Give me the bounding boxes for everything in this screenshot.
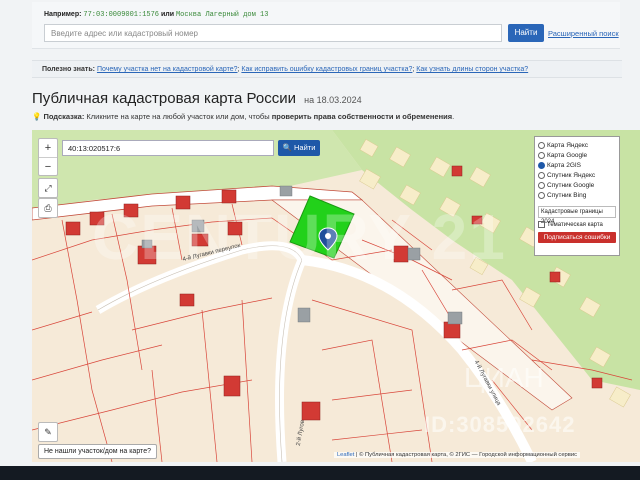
layer-label: Карта Google [547,152,588,159]
date-prefix: на [304,95,315,105]
cian-id-watermark: ID:308592642 [424,412,576,437]
layer-option[interactable]: Спутник Bing [538,191,616,201]
layer-label: Спутник Яндекс [547,172,596,179]
century21-watermark: CENTURY 21 [92,201,507,273]
checkbox-icon [538,221,545,228]
lightbulb-icon: 💡 [32,112,42,121]
useful-label: Полезно знать: [42,66,95,73]
boundaries-select[interactable]: Кадастровые границы 2024 [538,206,616,225]
layer-label: Спутник Google [547,182,595,189]
layer-label: Спутник Bing [547,192,587,199]
layer-option[interactable]: Карта Яндекс [538,141,616,151]
street-curve-edge [97,245,303,462]
layers-panel: Карта Яндекс Карта Google Карта 2GIS Спу… [534,136,620,256]
search-panel: Например: 77:03:0009001:1576 или Москва … [32,2,620,49]
hint-end: . [452,112,455,121]
page-title: Публичная кадастровая карта России на 18… [32,90,362,107]
not-found-button[interactable]: Не нашли участок/дом на карте? [38,444,157,459]
map-search-input[interactable]: 40:13:020517:6 [62,140,274,156]
zoom-control: + − [38,138,58,176]
link-fix-boundary-error[interactable]: Как исправить ошибку кадастровых границ … [241,66,412,73]
leaflet-link[interactable]: Leaflet [337,452,354,458]
radio-icon [538,151,545,159]
map-attribution: Leaflet | © Публичная кадастровая карта,… [333,452,580,458]
link-parcel-missing[interactable]: Почему участка нет на кадастровой карте? [97,66,238,73]
radio-icon [538,141,545,149]
layer-label: Карта 2GIS [547,162,582,169]
useful-links-bar: Полезно знать: Почему участка нет на кад… [32,60,622,78]
search-example: Например: 77:03:0009001:1576 или Москва … [44,11,268,19]
taskbar [0,466,640,480]
example-address: Москва Лагерный дом 13 [175,11,269,19]
link-side-lengths[interactable]: Как узнать длины сторон участка? [416,66,528,73]
radio-icon [538,191,545,199]
cadastral-map[interactable]: CENTURY 21 ЦИАН ID:308592642 4-й Лугавки… [32,130,640,462]
layer-option[interactable]: Карта Google [538,151,616,161]
building[interactable] [223,375,241,397]
building[interactable] [451,165,463,177]
address-search-input[interactable]: Введите адрес или кадастровый номер [44,24,502,42]
attribution-text: | © Публичная кадастровая карта, © 2ГИС … [355,452,577,458]
building[interactable] [443,321,461,339]
zoom-in-button[interactable]: + [39,139,57,157]
page-title-text: Публичная кадастровая карта России [32,90,296,107]
search-icon: 🔍 [282,143,292,152]
layer-option[interactable]: Спутник Яндекс [538,171,616,181]
building[interactable] [301,401,321,421]
page-date: на 18.03.2024 [304,95,362,105]
browser-screen: Например: 77:03:0009001:1576 или Москва … [0,0,640,466]
example-or: или [160,11,175,18]
example-label: Например: [44,11,82,18]
street-curve [95,241,307,462]
layer-label: Карта Яндекс [547,142,589,149]
find-button[interactable]: Найти [508,24,544,42]
advanced-search-link[interactable]: Расширенный поиск [548,29,619,38]
thematic-map-checkbox[interactable]: Тематическая карта [538,221,616,228]
radio-icon [538,171,545,179]
ruler-icon[interactable]: ✎ [38,422,58,442]
hint-text: Кликните на карте на любой участок или д… [86,112,270,121]
layer-option[interactable]: Карта 2GIS [538,161,616,171]
hint-line: 💡 Подсказка: Кликните на карте на любой … [32,112,454,121]
map-search-label: Найти [294,143,316,152]
map-search-button[interactable]: 🔍 Найти [278,140,320,156]
thematic-label: Тематическая карта [547,222,603,229]
building[interactable] [179,293,195,307]
print-icon[interactable]: ⎙ [38,198,58,218]
example-number: 77:03:0009001:1576 [83,11,160,19]
fullscreen-icon[interactable]: ⤢ [38,178,58,198]
radio-icon [538,181,545,189]
layer-option[interactable]: Спутник Google [538,181,616,191]
hint-bold: проверить права собственности и обремене… [271,112,453,121]
building[interactable] [591,377,603,389]
date-value: 18.03.2024 [316,95,362,105]
radio-selected-icon [538,161,545,169]
subscribe-button[interactable]: Подписаться сошибки [538,232,616,244]
zoom-out-button[interactable]: − [39,157,57,176]
building[interactable] [65,221,81,236]
building[interactable] [549,271,561,283]
hint-label: Подсказка: [43,112,85,121]
